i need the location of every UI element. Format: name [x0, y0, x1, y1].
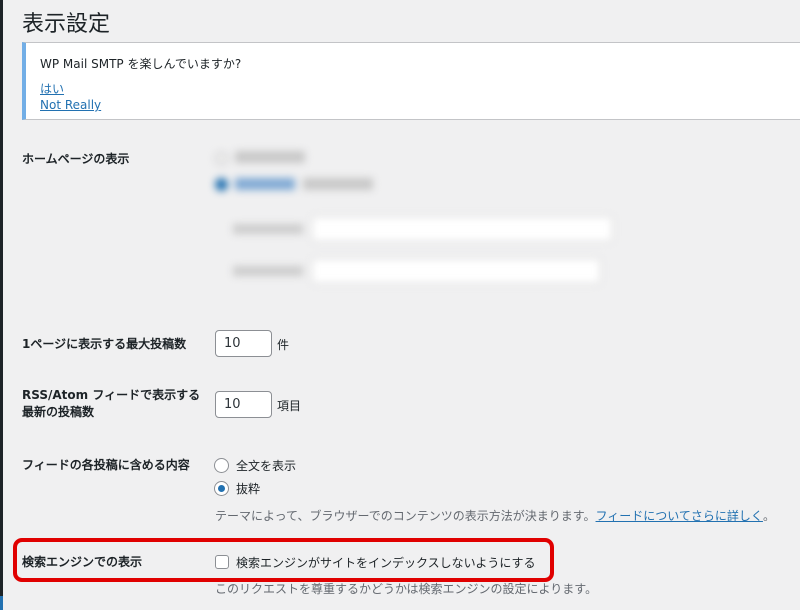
feed-description-text: テーマによって、ブラウザーでのコンテンツの表示方法が決まります。	[215, 509, 596, 523]
feed-excerpt-label: 抜粋	[236, 482, 261, 496]
feed-items-input[interactable]: 10	[215, 391, 272, 418]
feed-excerpt-radio[interactable]	[214, 481, 229, 496]
admin-sidebar-edge	[0, 0, 3, 610]
homepage-settings-blurred	[213, 148, 613, 288]
notice-yes-link[interactable]: はい	[40, 80, 64, 97]
feed-items-label: RSS/Atom フィードで表示する 最新の投稿数	[22, 387, 200, 421]
feed-description-end: 。	[762, 509, 775, 523]
posts-per-page-unit: 件	[277, 338, 290, 352]
feed-learn-more-link[interactable]: フィードについてさらに詳しく	[596, 509, 763, 523]
homepage-display-label: ホームページの表示	[22, 152, 130, 166]
admin-sidebar-active-edge	[0, 596, 3, 610]
feed-content-label: フィードの各投稿に含める内容	[22, 458, 190, 472]
feed-content-description: テーマによって、ブラウザーでのコンテンツの表示方法が決まります。フィードについて…	[215, 507, 775, 524]
feed-items-label-line1: RSS/Atom フィードで表示する	[22, 388, 201, 402]
search-visibility-description: このリクエストを尊重するかどうかは検索エンジンの設定によります。	[215, 582, 598, 596]
feed-full-text-radio[interactable]	[214, 458, 229, 473]
posts-per-page-label: 1ページに表示する最大投稿数	[22, 337, 187, 351]
admin-notice: WP Mail SMTP を楽しんでいますか? はい Not Really	[22, 42, 800, 120]
page-title: 表示設定	[22, 12, 111, 37]
feed-items-unit: 項目	[277, 399, 302, 413]
posts-per-page-input[interactable]: 10	[215, 330, 272, 357]
notice-no-link[interactable]: Not Really	[40, 98, 101, 112]
highlight-box	[13, 538, 554, 582]
notice-message: WP Mail SMTP を楽しんでいますか?	[40, 57, 242, 71]
feed-items-label-line2: 最新の投稿数	[22, 405, 95, 419]
feed-full-text-label: 全文を表示	[236, 459, 297, 473]
